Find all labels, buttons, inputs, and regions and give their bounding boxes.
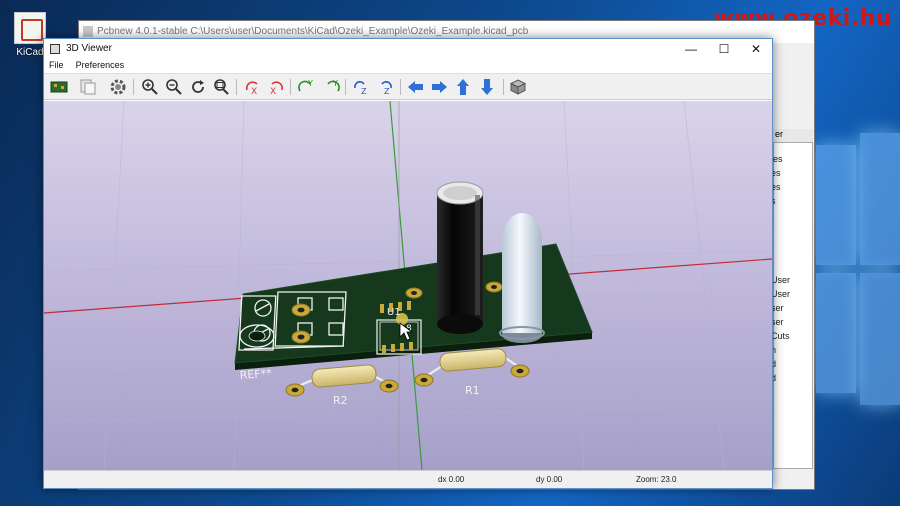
settings-icon[interactable] xyxy=(107,78,129,96)
copy-clipboard-icon[interactable] xyxy=(77,78,99,96)
ref-label: REF** xyxy=(239,367,272,382)
viewer-titlebar[interactable]: 3D Viewer — ☐ ✕ xyxy=(44,39,772,59)
resistor-r1 xyxy=(414,348,530,387)
3d-viewer-window[interactable]: 3D Viewer — ☐ ✕ File Preferences X X Y Y… xyxy=(43,38,773,489)
layer-item[interactable]: Cuts xyxy=(771,331,790,341)
r1-label: R1 xyxy=(465,384,480,397)
led xyxy=(499,213,545,343)
svg-text:X: X xyxy=(251,87,257,96)
toolbar-separator xyxy=(236,79,237,95)
close-button[interactable]: ✕ xyxy=(741,41,771,57)
viewer-title: 3D Viewer xyxy=(66,43,112,54)
pcbnew-app-icon xyxy=(83,26,93,37)
status-dy: dy 0.00 xyxy=(536,475,563,484)
r2-label: R2 xyxy=(333,394,348,407)
status-zoom: Zoom: 23.0 xyxy=(636,475,677,484)
move-right-icon[interactable] xyxy=(428,78,450,96)
status-dx: dx 0.00 xyxy=(438,475,465,484)
toolbar-separator xyxy=(400,79,401,95)
rotate-x-ccw-icon[interactable]: X xyxy=(265,78,287,96)
reload-board-icon[interactable] xyxy=(48,78,70,96)
svg-text:Y: Y xyxy=(332,79,338,88)
electrolytic-capacitor xyxy=(436,181,484,334)
redraw-icon[interactable] xyxy=(187,78,209,96)
layers-panel[interactable] xyxy=(773,129,813,469)
u1-label: U1 xyxy=(387,307,401,318)
status-bar: dx 0.00 dy 0.00 Zoom: 23.0 xyxy=(44,470,772,488)
svg-text:Y: Y xyxy=(307,79,313,88)
viewer-app-icon xyxy=(50,44,60,54)
svg-text:Z: Z xyxy=(384,87,390,96)
rotate-y-cw-icon[interactable]: Y xyxy=(296,78,318,96)
rotate-y-ccw-icon[interactable]: Y xyxy=(320,78,342,96)
zoom-fit-icon[interactable] xyxy=(210,78,232,96)
windows-logo-decoration xyxy=(816,125,900,425)
rotate-z-ccw-icon[interactable]: Z xyxy=(374,78,396,96)
move-up-icon[interactable] xyxy=(452,78,474,96)
rotate-z-cw-icon[interactable]: Z xyxy=(350,78,372,96)
rotate-x-cw-icon[interactable]: X xyxy=(242,78,264,96)
toolbar-separator xyxy=(133,79,134,95)
kicad-app-icon xyxy=(14,12,46,44)
viewer-toolbar: X X Y Y Z Z xyxy=(44,73,772,100)
svg-text:Z: Z xyxy=(361,87,367,96)
move-down-icon[interactable] xyxy=(476,78,498,96)
3d-scene: U1 8 REF** R2 R1 xyxy=(44,101,772,470)
layer-item[interactable]: User xyxy=(771,275,790,285)
zoom-out-icon[interactable] xyxy=(163,78,185,96)
maximize-button[interactable]: ☐ xyxy=(709,41,739,57)
toolbar-separator xyxy=(290,79,291,95)
menu-bar: File Preferences xyxy=(44,59,772,73)
resistor-r2 xyxy=(285,364,399,397)
3d-canvas[interactable]: U1 8 REF** R2 R1 xyxy=(44,101,772,470)
move-left-icon[interactable] xyxy=(405,78,427,96)
svg-text:X: X xyxy=(270,87,276,96)
layers-panel-tab[interactable]: er xyxy=(773,129,813,143)
menu-preferences[interactable]: Preferences xyxy=(76,60,125,70)
layer-item[interactable]: User xyxy=(771,289,790,299)
menu-file[interactable]: File xyxy=(49,60,64,70)
orthographic-icon[interactable] xyxy=(507,78,529,96)
zoom-in-icon[interactable] xyxy=(139,78,161,96)
toolbar-separator xyxy=(503,79,504,95)
toolbar-separator xyxy=(345,79,346,95)
minimize-button[interactable]: — xyxy=(676,41,706,57)
